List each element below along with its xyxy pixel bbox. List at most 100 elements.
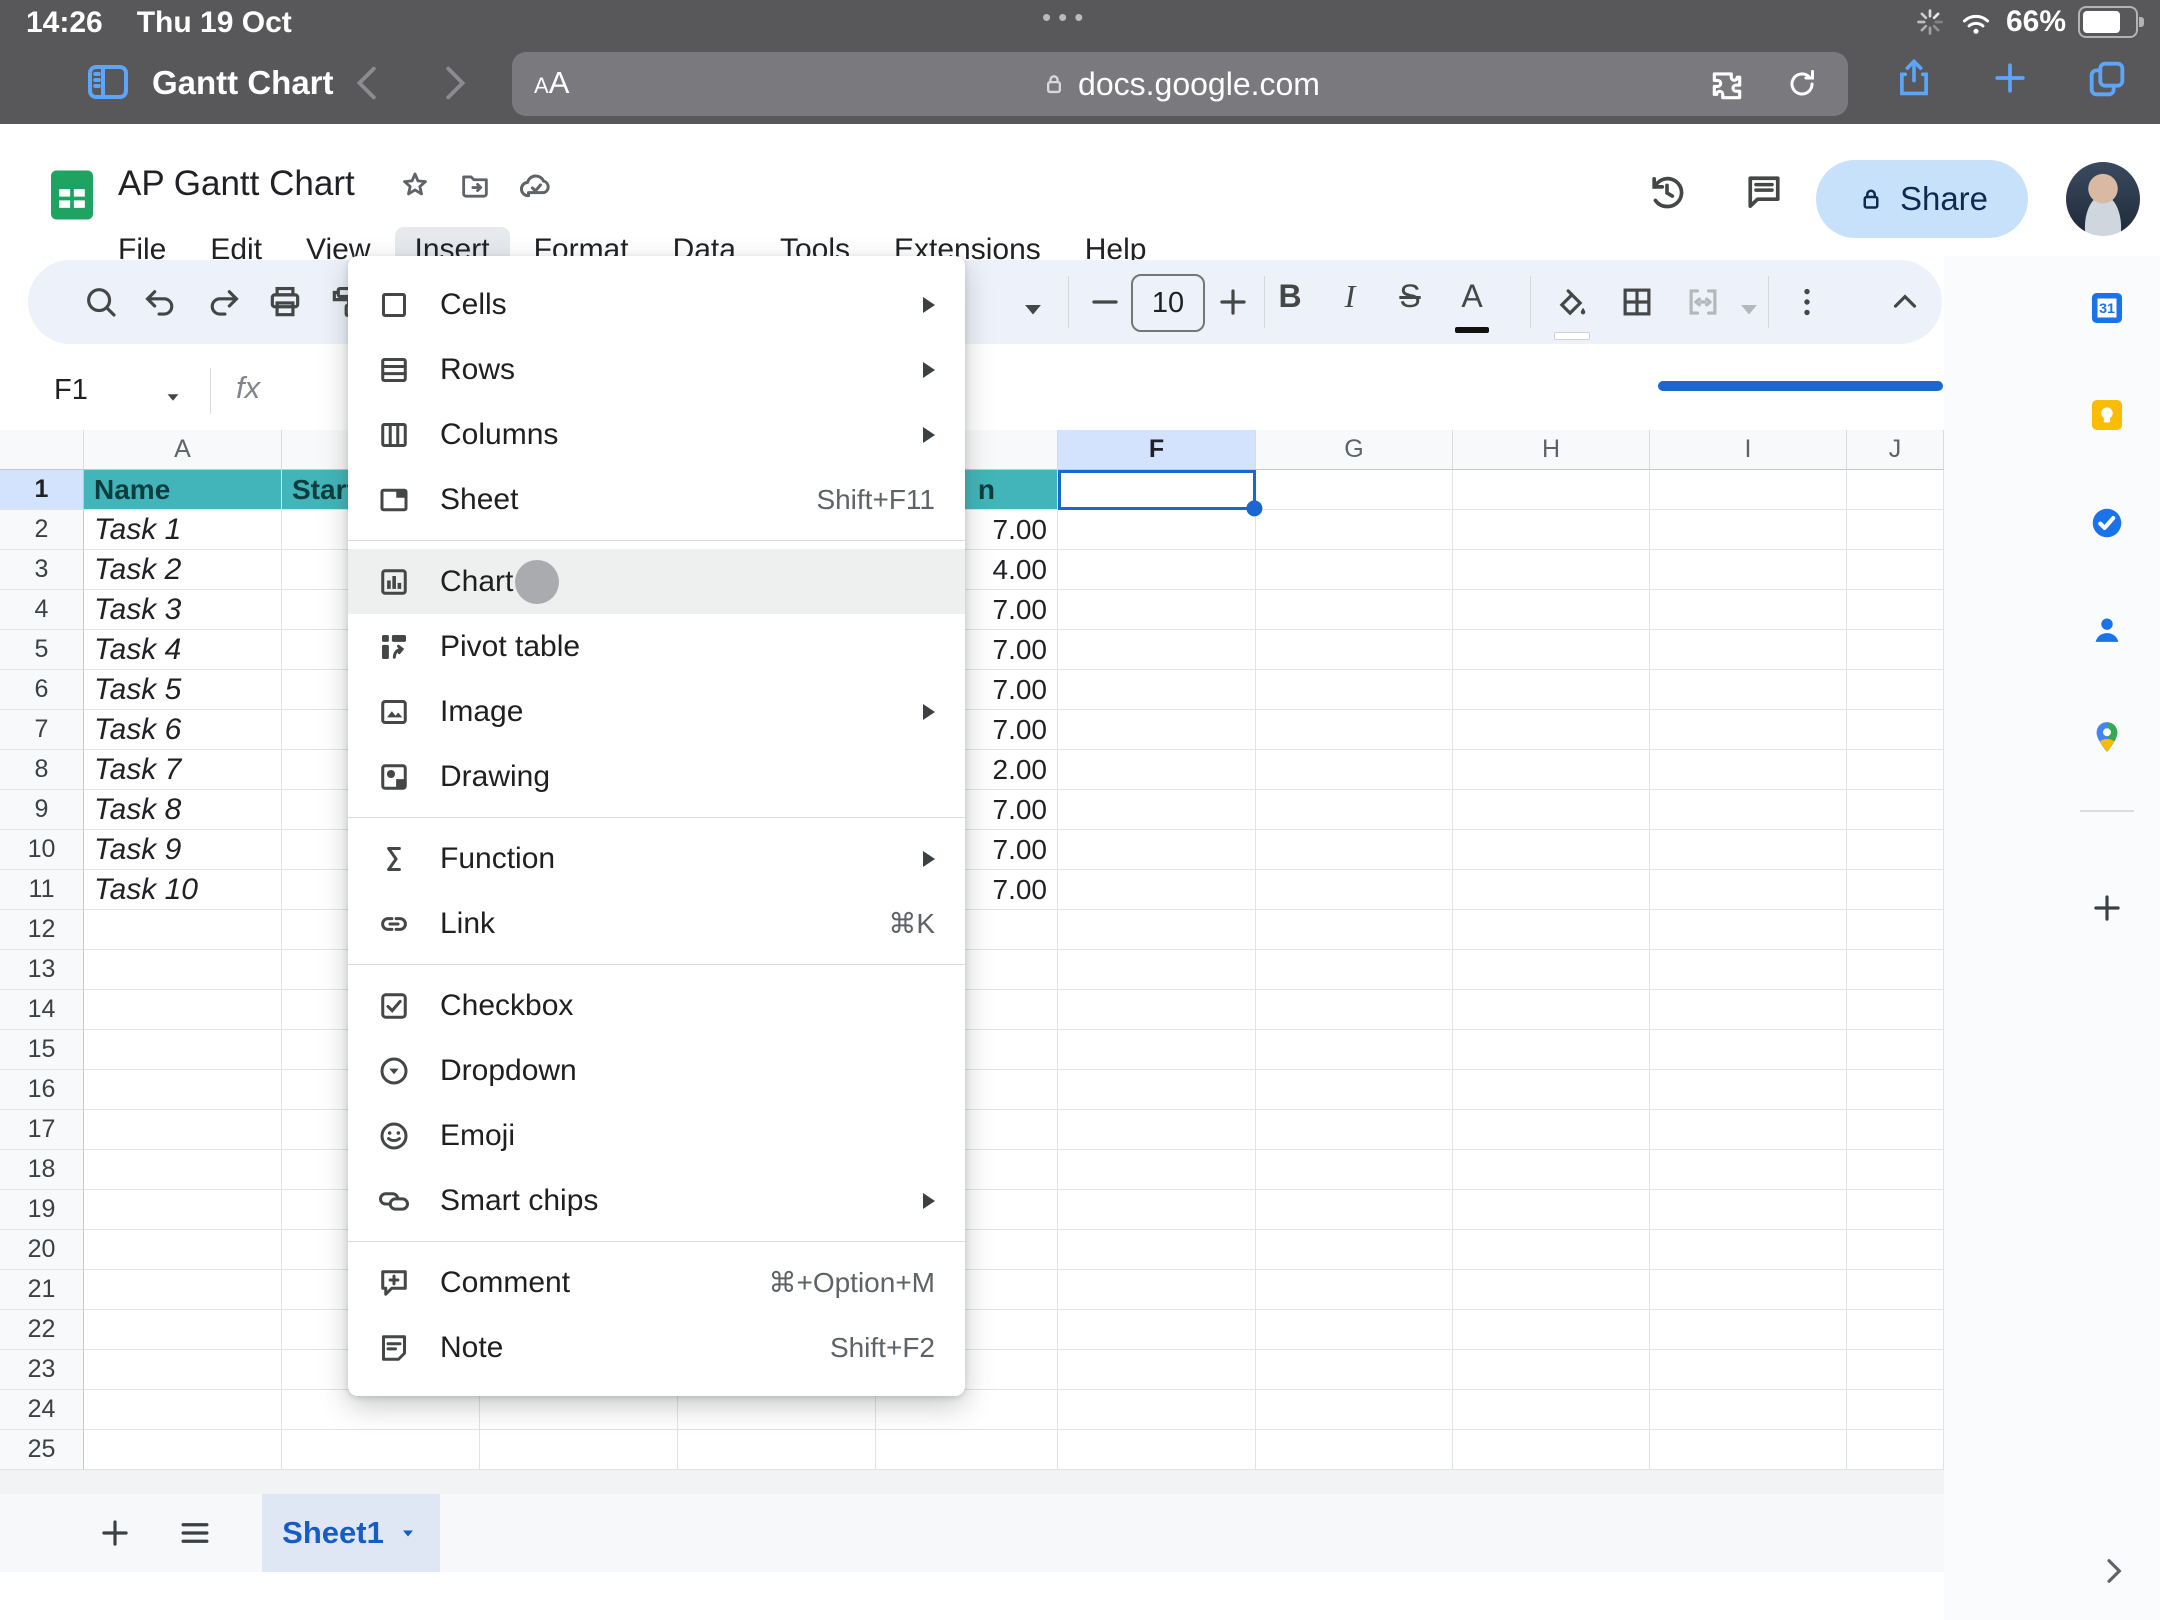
cell-r14c9[interactable] xyxy=(1650,990,1847,1030)
cell-r22c1[interactable] xyxy=(84,1310,282,1350)
cell-r3c8[interactable] xyxy=(1453,550,1650,590)
cell-r6c9[interactable] xyxy=(1650,670,1847,710)
cell-r24c5[interactable] xyxy=(876,1390,1058,1430)
cell-r2c1[interactable]: Task 1 xyxy=(84,510,282,550)
cell-r22c7[interactable] xyxy=(1256,1310,1453,1350)
row-header-3[interactable]: 3 xyxy=(0,550,84,590)
cell-r24c1[interactable] xyxy=(84,1390,282,1430)
cell-r10c7[interactable] xyxy=(1256,830,1453,870)
cell-r12c9[interactable] xyxy=(1650,910,1847,950)
selected-cell-F1[interactable] xyxy=(1058,470,1256,510)
google-sheets-logo[interactable] xyxy=(44,164,100,226)
insert-menu-item-function[interactable]: Function xyxy=(348,826,965,891)
cell-r18c1[interactable] xyxy=(84,1150,282,1190)
cell-r7c1[interactable]: Task 6 xyxy=(84,710,282,750)
cell-r3c7[interactable] xyxy=(1256,550,1453,590)
version-history-icon[interactable] xyxy=(1645,170,1689,214)
cell-r3c9[interactable] xyxy=(1650,550,1847,590)
cell-r13c7[interactable] xyxy=(1256,950,1453,990)
row-header-11[interactable]: 11 xyxy=(0,870,84,910)
row-header-1[interactable]: 1 xyxy=(0,470,84,510)
cell-r16c9[interactable] xyxy=(1650,1070,1847,1110)
cell-r24c9[interactable] xyxy=(1650,1390,1847,1430)
cell-r19c6[interactable] xyxy=(1058,1190,1256,1230)
column-header-I[interactable]: I xyxy=(1650,430,1847,470)
back-button[interactable] xyxy=(346,60,392,106)
comments-icon[interactable] xyxy=(1742,170,1786,214)
grid-corner[interactable] xyxy=(0,430,84,470)
insert-menu-item-drawing[interactable]: Drawing xyxy=(348,744,965,809)
cell-r19c8[interactable] xyxy=(1453,1190,1650,1230)
cell-r25c7[interactable] xyxy=(1256,1430,1453,1470)
row-header-20[interactable]: 20 xyxy=(0,1230,84,1270)
fill-handle[interactable] xyxy=(1246,500,1262,516)
cell-r4c1[interactable]: Task 3 xyxy=(84,590,282,630)
cell-r25c6[interactable] xyxy=(1058,1430,1256,1470)
cell-r22c6[interactable] xyxy=(1058,1310,1256,1350)
cell-r25c4[interactable] xyxy=(678,1430,876,1470)
cell-r12c10[interactable] xyxy=(1847,910,1944,950)
cell-r13c9[interactable] xyxy=(1650,950,1847,990)
row-header-2[interactable]: 2 xyxy=(0,510,84,550)
cell-r12c6[interactable] xyxy=(1058,910,1256,950)
cell-r21c1[interactable] xyxy=(84,1270,282,1310)
cell-r10c9[interactable] xyxy=(1650,830,1847,870)
cell-r25c1[interactable] xyxy=(84,1430,282,1470)
cell-r7c9[interactable] xyxy=(1650,710,1847,750)
maps-app-icon[interactable] xyxy=(2088,718,2126,756)
more-toolbar-icon[interactable] xyxy=(1788,283,1826,321)
contacts-app-icon[interactable] xyxy=(2088,611,2126,649)
cell-r8c7[interactable] xyxy=(1256,750,1453,790)
cell-r8c9[interactable] xyxy=(1650,750,1847,790)
cell-r9c8[interactable] xyxy=(1453,790,1650,830)
insert-menu-item-sheet[interactable]: SheetShift+F11 xyxy=(348,467,965,532)
cell-r20c6[interactable] xyxy=(1058,1230,1256,1270)
share-icon[interactable] xyxy=(1892,56,1936,100)
cell-r12c8[interactable] xyxy=(1453,910,1650,950)
cell-r21c9[interactable] xyxy=(1650,1270,1847,1310)
extensions-icon[interactable] xyxy=(1708,66,1746,104)
multitask-dots-icon[interactable]: ••• xyxy=(1042,2,1090,33)
cell-r23c10[interactable] xyxy=(1847,1350,1944,1390)
insert-menu-item-cells[interactable]: Cells xyxy=(348,272,965,337)
cell-r9c7[interactable] xyxy=(1256,790,1453,830)
text-color-button[interactable]: A xyxy=(1452,278,1492,315)
row-header-25[interactable]: 25 xyxy=(0,1430,84,1470)
font-size-field[interactable]: 10 xyxy=(1131,274,1205,332)
cell-r3c10[interactable] xyxy=(1847,550,1944,590)
row-header-14[interactable]: 14 xyxy=(0,990,84,1030)
cell-r23c8[interactable] xyxy=(1453,1350,1650,1390)
cell-r21c6[interactable] xyxy=(1058,1270,1256,1310)
search-icon[interactable] xyxy=(82,283,120,321)
sheet-tab-active[interactable]: Sheet1 xyxy=(262,1494,440,1572)
cell-r19c10[interactable] xyxy=(1847,1190,1944,1230)
redo-icon[interactable] xyxy=(204,283,242,321)
insert-menu-item-note[interactable]: NoteShift+F2 xyxy=(348,1315,965,1380)
row-header-18[interactable]: 18 xyxy=(0,1150,84,1190)
insert-menu-item-link[interactable]: Link⌘K xyxy=(348,891,965,956)
cell-r4c6[interactable] xyxy=(1058,590,1256,630)
insert-menu-item-chart[interactable]: Chart xyxy=(348,549,965,614)
cell-r3c1[interactable]: Task 2 xyxy=(84,550,282,590)
cell-r11c6[interactable] xyxy=(1058,870,1256,910)
cell-r13c1[interactable] xyxy=(84,950,282,990)
keep-app-icon[interactable] xyxy=(2088,396,2126,434)
cell-r4c7[interactable] xyxy=(1256,590,1453,630)
cell-r22c8[interactable] xyxy=(1453,1310,1650,1350)
cell-r8c1[interactable]: Task 7 xyxy=(84,750,282,790)
tabs-overview-icon[interactable] xyxy=(2084,56,2130,102)
cell-r11c9[interactable] xyxy=(1650,870,1847,910)
cell-r13c10[interactable] xyxy=(1847,950,1944,990)
sheet-tab-dropdown-icon[interactable] xyxy=(396,1521,420,1545)
cell-r18c7[interactable] xyxy=(1256,1150,1453,1190)
cell-r23c6[interactable] xyxy=(1058,1350,1256,1390)
cell-r17c6[interactable] xyxy=(1058,1110,1256,1150)
cell-r1c8[interactable] xyxy=(1453,470,1650,510)
cell-r24c8[interactable] xyxy=(1453,1390,1650,1430)
add-sheet-icon[interactable] xyxy=(96,1514,134,1552)
font-dropdown-arrow-icon[interactable] xyxy=(1014,290,1052,328)
cell-r14c7[interactable] xyxy=(1256,990,1453,1030)
cell-r19c9[interactable] xyxy=(1650,1190,1847,1230)
cell-r9c10[interactable] xyxy=(1847,790,1944,830)
cell-r18c10[interactable] xyxy=(1847,1150,1944,1190)
